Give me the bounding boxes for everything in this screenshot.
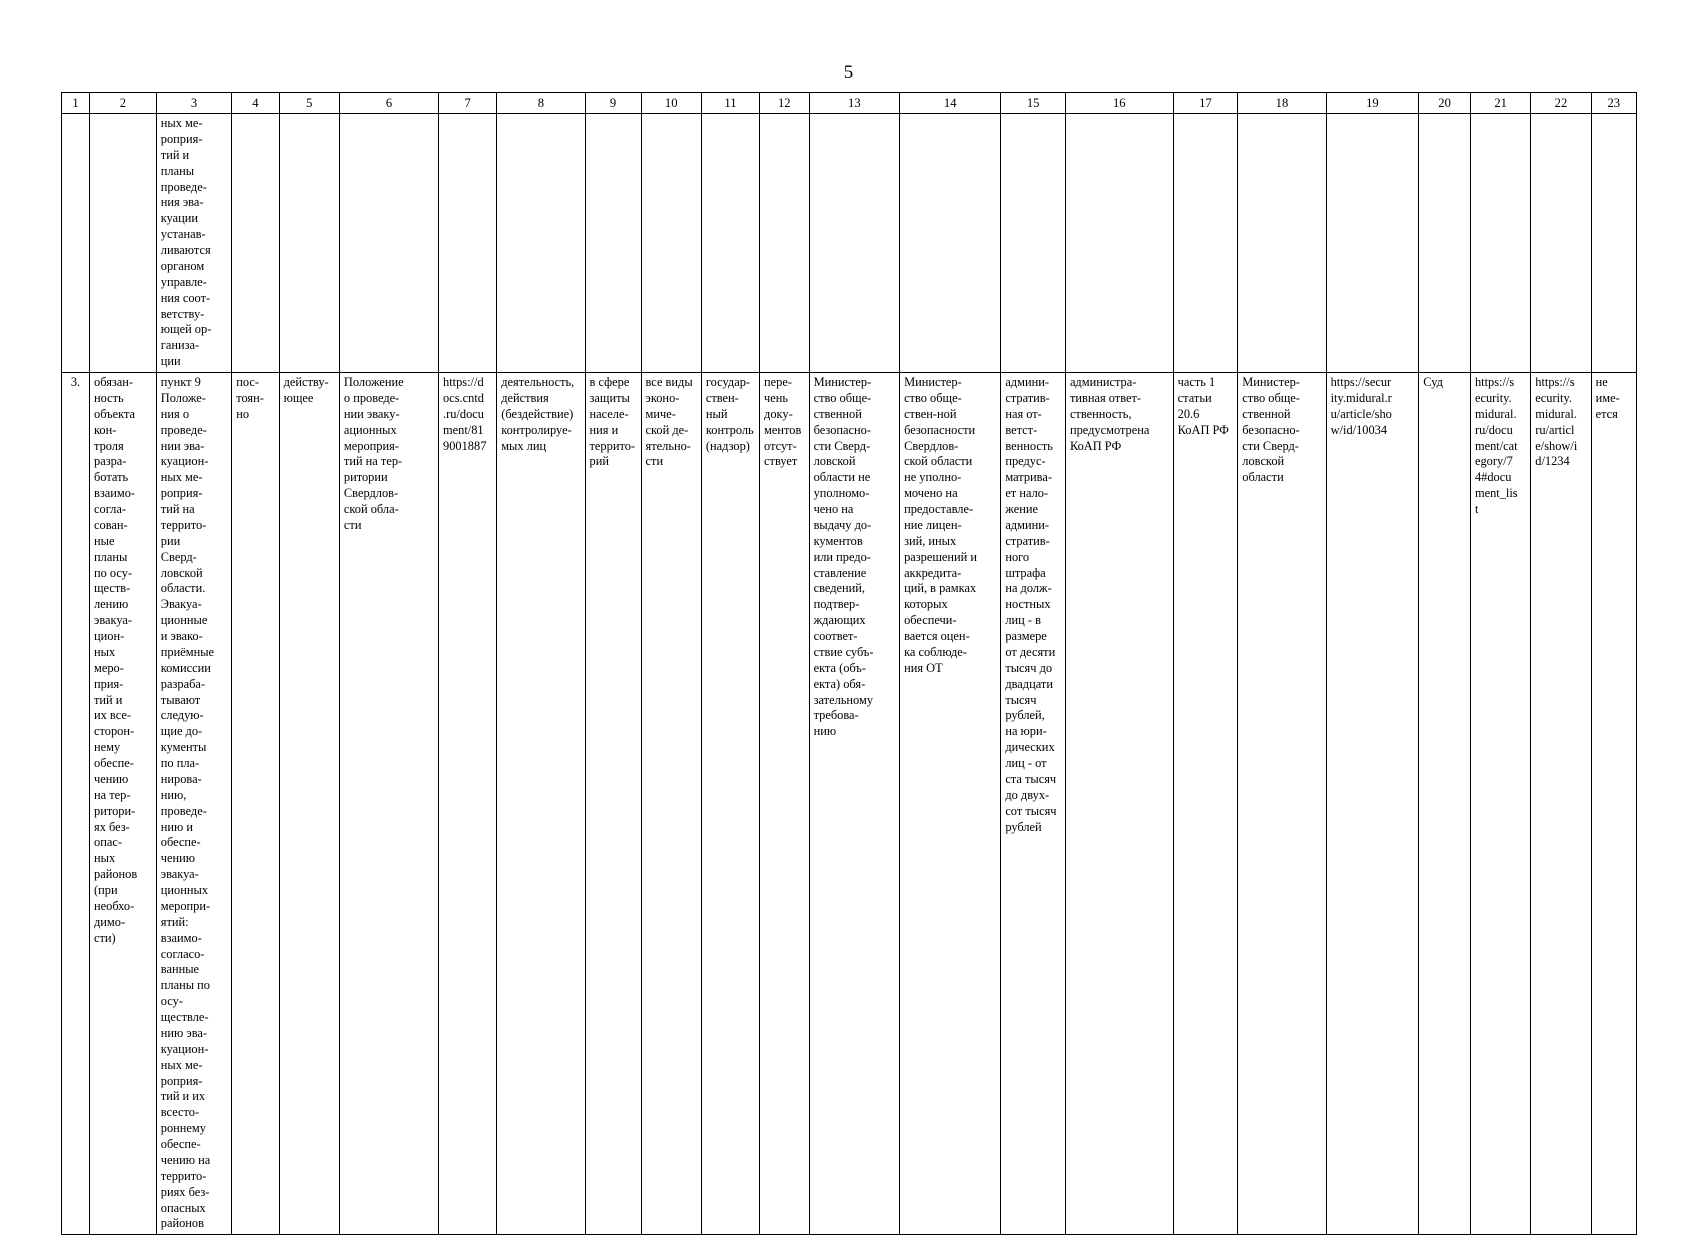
cell-r1-c6: Положение о проведе- нии эваку- ационных… bbox=[338, 372, 440, 1235]
cell-r1-c4: пос- тоян- но bbox=[231, 372, 280, 1235]
column-header-17: 17 bbox=[1172, 91, 1239, 115]
column-header-12: 12 bbox=[759, 91, 810, 115]
column-header-20: 20 bbox=[1418, 91, 1471, 115]
column-header-5: 5 bbox=[278, 91, 340, 115]
column-header-4: 4 bbox=[231, 91, 280, 115]
table-body: ных ме- роприя- тий и планы проведе- ния… bbox=[61, 113, 1638, 1235]
cell-r0-c6 bbox=[338, 113, 440, 374]
cell-r1-c16: администра- тивная ответ- ственность, пр… bbox=[1064, 372, 1174, 1235]
cell-r1-c20: Суд bbox=[1418, 372, 1471, 1235]
cell-r0-c5 bbox=[278, 113, 340, 374]
cell-r1-c3: пункт 9 Положе- ния о проведе- нии эва- … bbox=[155, 372, 233, 1235]
cell-r1-c12: пере- чень доку- ментов отсут- ствует bbox=[759, 372, 810, 1235]
cell-r0-c3: ных ме- роприя- тий и планы проведе- ния… bbox=[155, 113, 233, 374]
cell-r0-c19 bbox=[1325, 113, 1420, 374]
cell-r0-c1 bbox=[61, 113, 90, 374]
cell-r0-c2 bbox=[89, 113, 157, 374]
column-header-15: 15 bbox=[1000, 91, 1066, 115]
cell-r1-c7: https://d ocs.cntd .ru/docu ment/81 9001… bbox=[438, 372, 498, 1235]
cell-r0-c17 bbox=[1172, 113, 1239, 374]
cell-r1-c11: государ- ствен- ный контроль (надзор) bbox=[700, 372, 761, 1235]
cell-r1-c2: обязан- ность объекта кон- троля разра- … bbox=[89, 372, 157, 1235]
cell-r1-c23: не име- ется bbox=[1590, 372, 1638, 1235]
cell-r0-c23 bbox=[1590, 113, 1638, 374]
column-header-7: 7 bbox=[438, 91, 498, 115]
column-header-22: 22 bbox=[1530, 91, 1592, 115]
cell-r0-c14 bbox=[899, 113, 1002, 374]
cell-r0-c22 bbox=[1530, 113, 1592, 374]
cell-r1-c9: в сфере защиты населе- ния и террито- ри… bbox=[584, 372, 642, 1235]
column-header-14: 14 bbox=[899, 91, 1002, 115]
cell-r0-c18 bbox=[1237, 113, 1327, 374]
cell-r0-c15 bbox=[1000, 113, 1066, 374]
column-header-21: 21 bbox=[1469, 91, 1532, 115]
cell-r1-c8: деятельность, действия (бездействие) кон… bbox=[496, 372, 586, 1235]
cell-r1-c19: https://secur ity.midural.r u/article/sh… bbox=[1325, 372, 1420, 1235]
cell-r1-c1: 3. bbox=[61, 372, 90, 1235]
column-header-19: 19 bbox=[1325, 91, 1420, 115]
cell-r0-c20 bbox=[1418, 113, 1471, 374]
page-number: 5 bbox=[843, 62, 854, 83]
table-header-row: 1 2 3 4 5 6 7 8 9 10 11 12 13 14 15 16 1 bbox=[61, 91, 1638, 115]
cell-r1-c13: Министер- ство обще- ственной безопасно-… bbox=[808, 372, 901, 1235]
cell-r0-c10 bbox=[640, 113, 702, 374]
cell-r1-c5: действу- ющее bbox=[278, 372, 340, 1235]
table-row: 3. обязан- ность объекта кон- троля разр… bbox=[61, 372, 1638, 1235]
cell-r1-c10: все виды эконо- миче- ской де- ятельно- … bbox=[640, 372, 702, 1235]
table-row: ных ме- роприя- тий и планы проведе- ния… bbox=[61, 113, 1638, 374]
column-header-6: 6 bbox=[338, 91, 440, 115]
cell-r0-c8 bbox=[496, 113, 586, 374]
column-header-18: 18 bbox=[1237, 91, 1327, 115]
cell-r1-c22: https://s ecurity. midural. ru/articl e/… bbox=[1530, 372, 1592, 1235]
cell-r1-c14: Министер- ство обще- ствен-ной безопасно… bbox=[899, 372, 1002, 1235]
document-page: 5 1 2 3 4 5 6 7 8 9 10 11 12 13 14 15 16… bbox=[0, 0, 1697, 1235]
cell-r1-c17: часть 1 статьи 20.6 КоАП РФ bbox=[1172, 372, 1239, 1235]
cell-r0-c7 bbox=[438, 113, 498, 374]
column-header-16: 16 bbox=[1064, 91, 1174, 115]
cell-r0-c16 bbox=[1064, 113, 1174, 374]
cell-r0-c21 bbox=[1469, 113, 1532, 374]
column-header-9: 9 bbox=[584, 91, 642, 115]
cell-r0-c9 bbox=[584, 113, 642, 374]
column-header-2: 2 bbox=[89, 91, 157, 115]
column-header-8: 8 bbox=[496, 91, 586, 115]
column-header-10: 10 bbox=[640, 91, 702, 115]
cell-r1-c18: Министер- ство обще- ственной безопасно-… bbox=[1237, 372, 1327, 1235]
table: 1 2 3 4 5 6 7 8 9 10 11 12 13 14 15 16 1 bbox=[61, 91, 1638, 1235]
cell-r1-c21: https://s ecurity. midural. ru/docu ment… bbox=[1469, 372, 1532, 1235]
column-header-13: 13 bbox=[808, 91, 901, 115]
regulatory-requirements-table: 1 2 3 4 5 6 7 8 9 10 11 12 13 14 15 16 1 bbox=[61, 91, 1638, 1235]
column-number-row: 1 2 3 4 5 6 7 8 9 10 11 12 13 14 15 16 1 bbox=[61, 91, 1638, 115]
column-header-1: 1 bbox=[61, 91, 90, 115]
cell-r0-c11 bbox=[700, 113, 761, 374]
column-header-3: 3 bbox=[155, 91, 233, 115]
column-header-23: 23 bbox=[1590, 91, 1638, 115]
cell-r1-c15: админи- стратив- ная от- ветст- венность… bbox=[1000, 372, 1066, 1235]
cell-r0-c4 bbox=[231, 113, 280, 374]
column-header-11: 11 bbox=[700, 91, 761, 115]
cell-r0-c12 bbox=[759, 113, 810, 374]
cell-r0-c13 bbox=[808, 113, 901, 374]
